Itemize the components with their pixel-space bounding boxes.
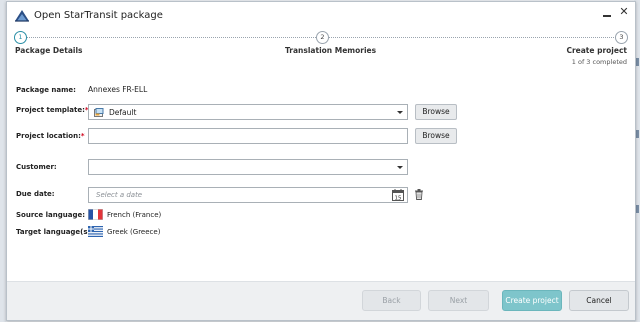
package-name-value: Annexes FR-ELL — [88, 85, 148, 94]
step-1-indicator[interactable]: 1 — [14, 31, 27, 44]
chevron-down-icon — [397, 166, 403, 169]
browse-template-button[interactable]: Browse — [415, 104, 457, 120]
due-date-label: Due date: — [16, 190, 55, 198]
project-template-dropdown[interactable]: Default — [88, 104, 408, 120]
template-icon — [94, 108, 104, 117]
step-3-label[interactable]: Create project — [566, 46, 627, 55]
open-package-dialog: Open StarTransit package ✕ 1 Package Det… — [6, 1, 636, 321]
calendar-icon[interactable]: 15 — [392, 189, 404, 201]
chevron-down-icon — [397, 111, 403, 114]
step-connector — [329, 37, 616, 38]
window-title: Open StarTransit package — [34, 10, 163, 21]
title-bar: Open StarTransit package ✕ — [7, 2, 635, 30]
next-button[interactable]: Next — [428, 290, 489, 311]
browse-location-button[interactable]: Browse — [415, 128, 457, 144]
dialog-footer: Back Next Create project Cancel — [7, 281, 635, 320]
calendar-day-number: 15 — [395, 196, 402, 202]
customer-label: Customer: — [16, 163, 57, 171]
package-name-label: Package name: — [16, 86, 76, 94]
target-language-label: Target language(s): — [16, 228, 94, 236]
source-language-label: Source language: — [16, 211, 86, 219]
steps-progress-text: 1 of 3 completed — [571, 58, 627, 66]
close-button[interactable]: ✕ — [617, 5, 631, 19]
trash-icon[interactable] — [414, 189, 424, 200]
step-3-indicator[interactable]: 3 — [615, 31, 628, 44]
step-2-label[interactable]: Translation Memories — [285, 46, 376, 55]
background-marker — [636, 58, 639, 66]
target-language-value: Greek (Greece) — [107, 228, 161, 236]
project-location-input[interactable] — [88, 128, 408, 144]
french-flag-icon — [88, 209, 103, 220]
step-2-indicator[interactable]: 2 — [316, 31, 329, 44]
step-1-label[interactable]: Package Details — [15, 46, 82, 55]
step-connector — [24, 37, 316, 38]
minimize-button[interactable] — [601, 6, 613, 18]
project-template-label: Project template:* — [16, 106, 89, 114]
create-project-button[interactable]: Create project — [502, 290, 562, 311]
project-template-value: Default — [109, 108, 137, 117]
back-button[interactable]: Back — [362, 290, 421, 311]
project-location-label: Project location:* — [16, 132, 85, 140]
due-date-input[interactable]: Select a date 15 — [88, 187, 408, 203]
source-language-value: French (France) — [107, 211, 162, 219]
due-date-placeholder: Select a date — [96, 191, 143, 199]
customer-dropdown[interactable] — [88, 159, 408, 175]
background-marker — [636, 205, 639, 213]
startransit-app-icon — [15, 10, 29, 22]
background-marker — [636, 130, 639, 138]
wizard-steps: 1 Package Details 2 Translation Memories… — [7, 30, 635, 70]
required-marker: * — [80, 132, 85, 140]
greek-flag-icon — [88, 226, 103, 237]
cancel-button[interactable]: Cancel — [569, 290, 629, 311]
